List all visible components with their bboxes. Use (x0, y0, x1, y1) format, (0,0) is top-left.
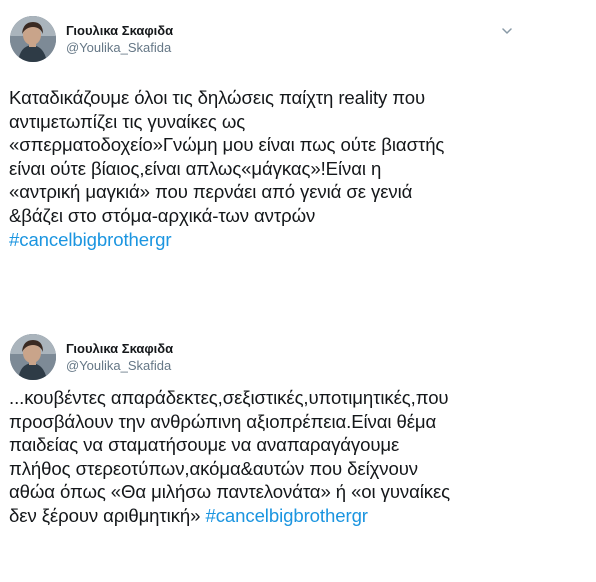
avatar-photo (10, 16, 56, 62)
tweet-body: Καταδικάζουμε όλοι τις δηλώσεις παίχτη r… (9, 87, 445, 226)
avatar-photo (10, 334, 56, 380)
avatar[interactable] (10, 334, 56, 380)
author-handle[interactable]: @Youlika_Skafida (66, 40, 171, 55)
hashtag-link[interactable]: #cancelbigbrothergr (9, 229, 172, 250)
avatar[interactable] (10, 16, 56, 62)
author-handle[interactable]: @Youlika_Skafida (66, 358, 171, 373)
tweet-text: Καταδικάζουμε όλοι τις δηλώσεις παίχτη r… (9, 86, 549, 251)
chevron-down-icon[interactable] (500, 24, 514, 38)
tweet: Γιουλικα Σκαφιδα @Youlika_Skafida Καταδι… (0, 0, 596, 300)
author-name[interactable]: Γιουλικα Σκαφιδα (66, 23, 173, 38)
hashtag-link[interactable]: #cancelbigbrothergr (205, 505, 368, 526)
tweet: Γιουλικα Σκαφιδα @Youlika_Skafida ...κου… (0, 318, 596, 582)
author-name[interactable]: Γιουλικα Σκαφιδα (66, 341, 173, 356)
tweet-text: ...κουβέντες απαράδεκτες,σεξιστικές,υποτ… (9, 386, 549, 528)
